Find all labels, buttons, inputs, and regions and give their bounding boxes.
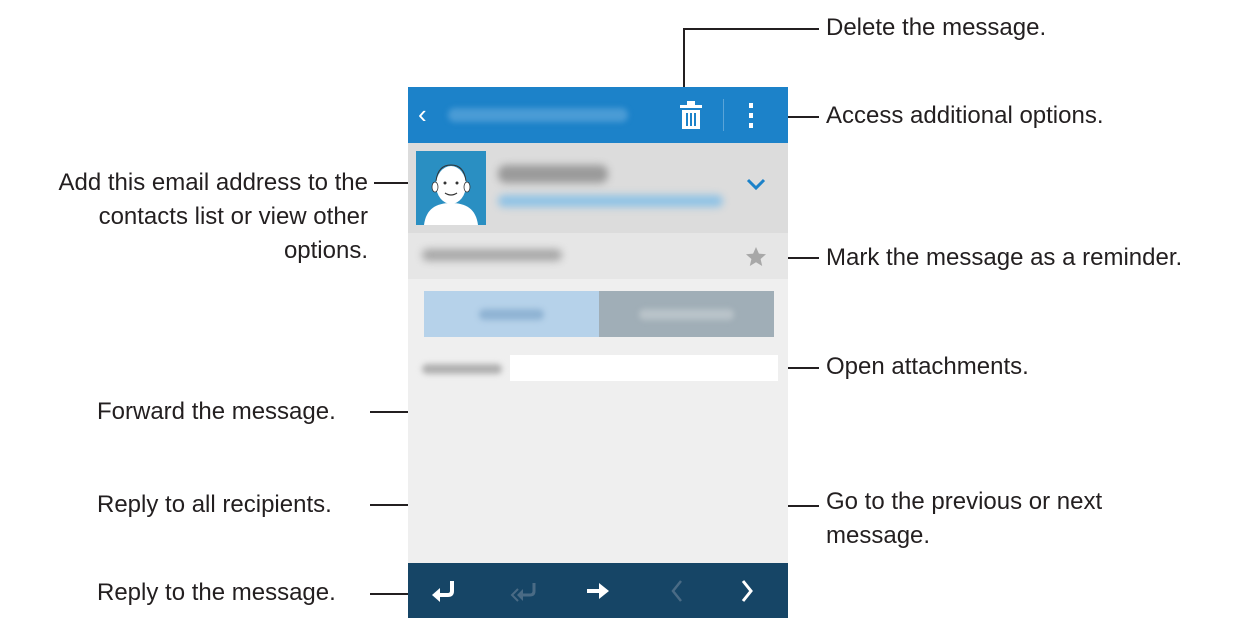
sender-name (498, 165, 608, 183)
field-value (510, 355, 778, 381)
message-toolbar (408, 563, 788, 618)
action-bar: ‹ (408, 87, 788, 143)
trash-icon[interactable] (678, 99, 704, 131)
sender-header (408, 143, 788, 234)
message-date (422, 249, 562, 261)
callout-reminder: Mark the message as a reminder. (826, 244, 1183, 271)
reply-icon[interactable] (428, 577, 458, 605)
leader-delete-h (683, 28, 819, 30)
callout-prev-next-2: message. (826, 522, 931, 549)
star-icon[interactable] (744, 245, 768, 269)
callout-attachments: Open attachments. (826, 353, 1029, 380)
default-contact-icon (424, 164, 478, 225)
tab-message-label (479, 309, 544, 320)
email-view-screen: ‹ (408, 87, 788, 618)
message-date-row (408, 233, 788, 279)
back-arrow-icon[interactable]: ‹ (418, 101, 427, 127)
callout-forward: Forward the message. (97, 398, 336, 425)
tab-message[interactable] (424, 291, 599, 337)
callout-reply-all: Reply to all recipients. (97, 491, 332, 518)
field-label (422, 364, 502, 374)
content-tabs (424, 291, 774, 337)
callout-add-contact-1: Add this email address to the (58, 169, 368, 196)
sender-email (498, 195, 723, 207)
callout-options: Access additional options. (826, 102, 1104, 129)
tab-attachments-label (639, 309, 734, 320)
mailbox-title (448, 108, 628, 122)
callout-delete: Delete the message. (826, 14, 1047, 41)
message-field-row (418, 355, 778, 383)
tab-attachments[interactable] (599, 291, 774, 337)
callout-reply: Reply to the message. (97, 579, 336, 606)
avatar[interactable] (416, 151, 486, 225)
callout-add-contact-3: options. (283, 237, 368, 264)
kebab-menu-icon[interactable] (745, 99, 757, 131)
callout-add-contact-2: contacts list or view other (98, 203, 368, 230)
chevron-right-icon[interactable] (732, 577, 762, 605)
forward-icon[interactable] (583, 577, 613, 605)
chevron-left-icon[interactable] (662, 577, 692, 605)
chevron-down-icon[interactable] (746, 177, 766, 191)
action-divider (723, 99, 724, 131)
callout-prev-next-1: Go to the previous or next (826, 488, 1103, 515)
reply-all-icon[interactable] (509, 577, 539, 605)
